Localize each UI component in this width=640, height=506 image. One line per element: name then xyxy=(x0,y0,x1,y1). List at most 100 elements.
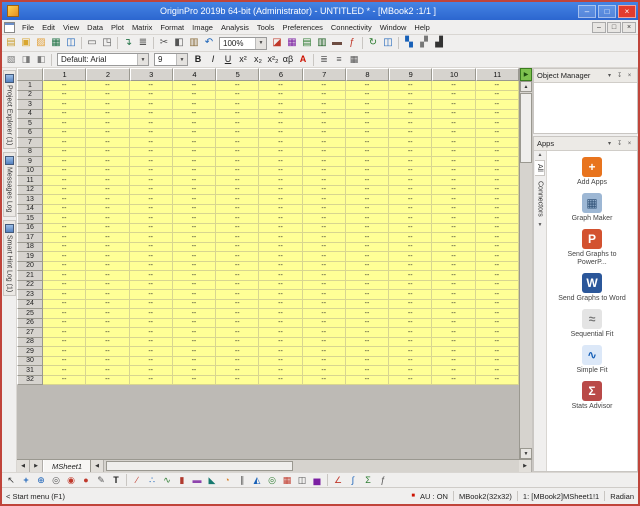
matrix-cell[interactable]: -- xyxy=(86,205,129,215)
matrix-cell[interactable]: -- xyxy=(86,262,129,272)
matrix-cell[interactable]: -- xyxy=(303,262,346,272)
matrix-cell[interactable]: -- xyxy=(476,138,519,148)
matrix-cell[interactable]: -- xyxy=(476,376,519,386)
draw-tool-icon[interactable]: ✎ xyxy=(94,473,108,487)
matrix-cell[interactable]: -- xyxy=(432,176,475,186)
row-header[interactable]: 32 xyxy=(17,376,43,386)
matrix-cell[interactable]: -- xyxy=(476,129,519,139)
row-header[interactable]: 7 xyxy=(17,138,43,148)
matrix-cell[interactable]: -- xyxy=(389,224,432,234)
dock-tab-project-explorer-1[interactable]: Project Explorer (1) xyxy=(3,70,16,149)
matrix-cell[interactable]: -- xyxy=(173,271,216,281)
apps-tab-connectors[interactable]: Connectors xyxy=(536,178,545,220)
row-header[interactable]: 11 xyxy=(17,176,43,186)
hscroll-right-icon[interactable]: ▶ xyxy=(519,460,532,472)
matrix-cell[interactable]: -- xyxy=(259,91,302,101)
open-excel-icon[interactable]: ▦ xyxy=(49,36,63,50)
matrix-cell[interactable]: -- xyxy=(86,281,129,291)
matrix-cell[interactable]: -- xyxy=(216,357,259,367)
column-header[interactable]: 9 xyxy=(389,68,432,81)
matrix-cell[interactable]: -- xyxy=(173,110,216,120)
matrix-cell[interactable]: -- xyxy=(130,271,173,281)
menu-plot[interactable]: Plot xyxy=(107,23,128,32)
matrix-cell[interactable]: -- xyxy=(476,81,519,91)
matrix-cell[interactable]: -- xyxy=(259,252,302,262)
matrix-cell[interactable]: -- xyxy=(389,309,432,319)
column-header[interactable]: 11 xyxy=(476,68,519,81)
matrix-cell[interactable]: -- xyxy=(476,366,519,376)
matrix-cell[interactable]: -- xyxy=(346,195,389,205)
zoom-combo[interactable]: 100% ▼ xyxy=(219,37,267,50)
column-header[interactable]: 5 xyxy=(216,68,259,81)
matrix-cell[interactable]: -- xyxy=(432,119,475,129)
matrix-cell[interactable]: -- xyxy=(86,338,129,348)
row-header[interactable]: 20 xyxy=(17,262,43,272)
matrix-cell[interactable]: -- xyxy=(432,338,475,348)
matrix-cell[interactable]: -- xyxy=(216,195,259,205)
matrix-cell[interactable]: -- xyxy=(476,233,519,243)
matrix-cell[interactable]: -- xyxy=(389,110,432,120)
matrix-cell[interactable]: -- xyxy=(43,148,86,158)
bar-plot-icon[interactable]: ▬ xyxy=(190,473,204,487)
matrix-cell[interactable]: -- xyxy=(43,366,86,376)
matrix-cell[interactable]: -- xyxy=(389,233,432,243)
row-header[interactable]: 5 xyxy=(17,119,43,129)
vertical-scroll-thumb[interactable] xyxy=(520,93,532,163)
matrix-cell[interactable]: -- xyxy=(432,138,475,148)
column-header[interactable]: 7 xyxy=(303,68,346,81)
matrix-cell[interactable]: -- xyxy=(476,91,519,101)
matrix-cell[interactable]: -- xyxy=(173,376,216,386)
matrix-cell[interactable]: -- xyxy=(346,119,389,129)
row-header[interactable]: 25 xyxy=(17,309,43,319)
app-item-add-apps[interactable]: +Add Apps xyxy=(547,155,637,189)
matrix-cell[interactable]: -- xyxy=(303,176,346,186)
row-header[interactable]: 12 xyxy=(17,186,43,196)
matrix-cell[interactable]: -- xyxy=(216,148,259,158)
hscroll-left-icon[interactable]: ◀ xyxy=(91,460,104,472)
matrix-cell[interactable]: -- xyxy=(476,119,519,129)
matrix-cell[interactable]: -- xyxy=(303,186,346,196)
matrix-cell[interactable]: -- xyxy=(259,195,302,205)
matrix-cell[interactable]: -- xyxy=(389,214,432,224)
project-explorer-toggle-icon[interactable]: ▚ xyxy=(402,36,416,50)
cut-icon[interactable]: ✂ xyxy=(157,36,171,50)
font-combo[interactable]: Default: Arial ▼ xyxy=(57,53,149,66)
matrix-cell[interactable]: -- xyxy=(432,195,475,205)
matrix-cell[interactable]: -- xyxy=(216,214,259,224)
matrix-cell[interactable]: -- xyxy=(43,309,86,319)
matrix-cell[interactable]: -- xyxy=(432,214,475,224)
row-header[interactable]: 4 xyxy=(17,110,43,120)
matrix-cell[interactable]: -- xyxy=(259,281,302,291)
column-plot-icon[interactable]: ▮ xyxy=(175,473,189,487)
matrix-cell[interactable]: -- xyxy=(173,290,216,300)
matrix-cell[interactable]: -- xyxy=(303,81,346,91)
row-header[interactable]: 30 xyxy=(17,357,43,367)
matrix-cell[interactable]: -- xyxy=(216,262,259,272)
matrix-cell[interactable]: -- xyxy=(130,357,173,367)
matrix-cell[interactable]: -- xyxy=(259,224,302,234)
matrix-cell[interactable]: -- xyxy=(476,271,519,281)
matrix-cell[interactable]: -- xyxy=(432,271,475,281)
matrix-cell[interactable]: -- xyxy=(173,129,216,139)
row-header[interactable]: 9 xyxy=(17,157,43,167)
bold-icon[interactable]: B xyxy=(191,53,205,67)
matrix-cell[interactable]: -- xyxy=(346,262,389,272)
matrix-cell[interactable]: -- xyxy=(303,233,346,243)
matrix-cell[interactable]: -- xyxy=(130,252,173,262)
matrix-cell[interactable]: -- xyxy=(346,243,389,253)
matrix-cell[interactable]: -- xyxy=(216,224,259,234)
matrix-cell[interactable]: -- xyxy=(173,252,216,262)
matrix-cell[interactable]: -- xyxy=(43,233,86,243)
area-plot-icon[interactable]: ◣ xyxy=(205,473,219,487)
paste-format-icon[interactable]: ◧ xyxy=(34,53,48,67)
column-header[interactable]: 4 xyxy=(173,68,216,81)
matrix-cell[interactable]: -- xyxy=(86,119,129,129)
results-log-toggle-icon[interactable]: ▞ xyxy=(417,36,431,50)
matrix-cell[interactable]: -- xyxy=(389,252,432,262)
scatter-plot-icon[interactable]: ∴ xyxy=(145,473,159,487)
matrix-cell[interactable]: -- xyxy=(86,176,129,186)
matrix-cell[interactable]: -- xyxy=(389,290,432,300)
matrix-cell[interactable]: -- xyxy=(432,167,475,177)
row-header[interactable]: 10 xyxy=(17,167,43,177)
matrix-cell[interactable]: -- xyxy=(476,195,519,205)
